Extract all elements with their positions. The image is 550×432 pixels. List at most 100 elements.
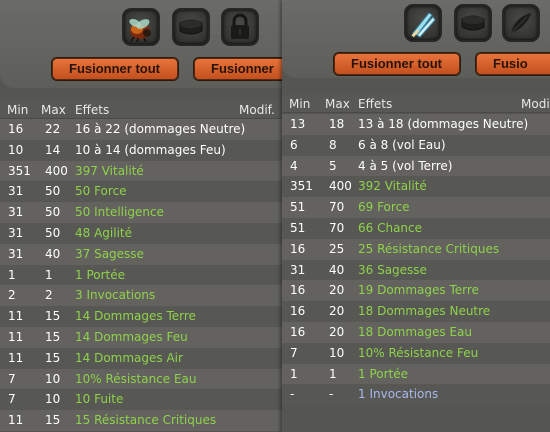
effect-min-value: 11	[8, 330, 24, 344]
feather-icon[interactable]	[502, 4, 540, 42]
effect-max-value: 2	[45, 288, 53, 303]
effect-effect-value: 14 Dommages Terre	[75, 309, 196, 324]
effects-column-header: Effets	[75, 103, 110, 117]
effect-row: 31 40 36 Sagesse	[282, 259, 550, 281]
max-column-header: Max	[41, 103, 66, 117]
effect-row: 7 10 10% Résistance Feu	[282, 342, 550, 364]
effect-effect-value: 6 à 8 (vol Eau)	[358, 137, 446, 152]
effect-max-value: 15	[45, 413, 61, 428]
effect-effect-value: 14 Dommages Air	[75, 350, 183, 365]
effect-min-value: 7	[290, 345, 298, 360]
max-column-header: Max	[325, 97, 350, 111]
effect-max-value: 25	[329, 241, 345, 256]
effect-max-value: 14	[45, 142, 61, 157]
effect-max-value: 8	[329, 137, 337, 152]
effect-min-value: -	[290, 387, 295, 402]
effect-effect-value: 36 Sagesse	[358, 262, 427, 277]
effect-row: 11 15 14 Dommages Air	[0, 347, 282, 369]
merge-all-button[interactable]: Fusionner tout	[52, 58, 178, 80]
effect-row: 1 1 1 Portée	[0, 264, 282, 286]
effect-row: 11 15 14 Dommages Feu	[0, 327, 282, 348]
effect-max-value: 10	[45, 392, 61, 407]
min-column-header: Min	[289, 97, 311, 111]
effect-max-value: 40	[45, 246, 61, 261]
effect-min-value: 16	[290, 241, 306, 256]
empty-slot-icon[interactable]	[454, 4, 492, 42]
effect-max-value: 70	[329, 200, 345, 215]
effect-effect-value: 19 Dommages Terre	[358, 283, 479, 298]
effect-min-value: 1	[290, 366, 298, 381]
effect-max-value: 15	[45, 309, 61, 324]
effect-row: 16 25 25 Résistance Critiques	[282, 238, 550, 260]
beetle-pet-icon[interactable]	[122, 8, 160, 46]
effect-row: 1 1 1 Portée	[282, 363, 550, 385]
effect-effect-value: 392 Vitalité	[358, 179, 427, 194]
effect-effect-value: 3 Invocations	[75, 288, 156, 303]
effect-min-value: 351	[8, 163, 31, 178]
effect-effect-value: 10 à 14 (dommages Feu)	[75, 142, 226, 157]
effect-effect-value: 10% Résistance Eau	[75, 371, 197, 386]
effect-row: 31 40 37 Sagesse	[0, 243, 282, 265]
effect-row: 11 15 15 Résistance Critiques	[0, 410, 282, 432]
effect-effect-value: 50 Force	[75, 184, 127, 199]
item-panel-left: Fusionner tout Fusionner Min Max Effets …	[0, 0, 282, 432]
empty-slot-icon[interactable]	[172, 8, 210, 46]
effect-min-value: 4	[290, 158, 298, 173]
effect-effect-value: 397 Vitalité	[75, 163, 144, 178]
effect-max-value: 400	[329, 179, 352, 194]
effect-row: 31 50 50 Force	[0, 181, 282, 203]
effect-max-value: 70	[329, 221, 345, 235]
effect-max-value: 10	[45, 371, 61, 386]
effect-row: 351 400 397 Vitalité	[0, 160, 282, 182]
merge-all-button[interactable]: Fusionner tout	[334, 53, 460, 75]
effect-max-value: 20	[329, 304, 345, 319]
effect-row: 31 50 48 Agilité	[0, 223, 282, 244]
effect-effect-value: 14 Dommages Feu	[75, 330, 188, 344]
effect-min-value: 31	[290, 262, 306, 277]
effect-min-value: 31	[8, 205, 24, 220]
effect-effect-value: 37 Sagesse	[75, 246, 144, 261]
effect-row: 7 10 10% Résistance Eau	[0, 368, 282, 390]
effect-effect-value: 48 Agilité	[75, 226, 132, 240]
effect-row: 7 10 10 Fuite	[0, 389, 282, 411]
effect-row: 2 2 3 Invocations	[0, 285, 282, 307]
effect-min-value: 11	[8, 309, 24, 324]
effect-row: 10 14 10 à 14 (dommages Feu)	[0, 139, 282, 161]
effect-max-value: 15	[45, 330, 61, 344]
merge-button[interactable]: Fusio	[476, 53, 550, 75]
effect-row: 16 20 18 Dommages Eau	[282, 322, 550, 343]
effect-effect-value: 18 Dommages Eau	[358, 325, 473, 339]
item-panel-header: Fusionner tout Fusionner	[0, 0, 282, 88]
effect-max-value: 50	[45, 184, 61, 199]
effect-row: 16 22 16 à 22 (dommages Neutre)	[0, 119, 282, 140]
effect-max-value: 22	[45, 122, 61, 136]
effect-min-value: 51	[290, 221, 306, 235]
effect-min-value: 31	[8, 246, 24, 261]
effect-row: 4 5 4 à 5 (vol Terre)	[282, 155, 550, 177]
effect-max-value: 10	[329, 345, 345, 360]
effect-max-value: 15	[45, 350, 61, 365]
effect-max-value: 1	[45, 267, 53, 282]
effect-max-value: 50	[45, 205, 61, 220]
effect-row: 51 70 66 Chance	[282, 218, 550, 239]
effect-max-value: 400	[45, 163, 68, 178]
effect-min-value: 16	[8, 122, 24, 136]
effect-effect-value: 10% Résistance Feu	[358, 345, 479, 360]
modif-column-header: Modif	[521, 97, 550, 111]
effect-min-value: 16	[290, 304, 306, 319]
effect-min-value: 10	[8, 142, 24, 157]
lock-icon[interactable]	[221, 8, 259, 46]
effect-effect-value: 1 Invocations	[358, 387, 439, 402]
effect-min-value: 11	[8, 413, 24, 428]
effect-min-value: 2	[8, 288, 16, 303]
effect-min-value: 7	[8, 371, 16, 386]
effect-row: 16 20 19 Dommages Terre	[282, 280, 550, 302]
effects-table-header: Min Max Effets Modif.	[0, 101, 282, 119]
effect-row: 13 18 13 à 18 (dommages Neutre)	[282, 114, 550, 135]
merge-button[interactable]: Fusionner	[194, 58, 282, 80]
effect-effect-value: 4 à 5 (vol Terre)	[358, 158, 453, 173]
dagger-weapon-icon[interactable]	[404, 4, 442, 42]
effect-min-value: 351	[290, 179, 313, 194]
effect-effect-value: 18 Dommages Neutre	[358, 304, 491, 319]
item-panel-header: Fusionner tout Fusio	[282, 0, 550, 78]
